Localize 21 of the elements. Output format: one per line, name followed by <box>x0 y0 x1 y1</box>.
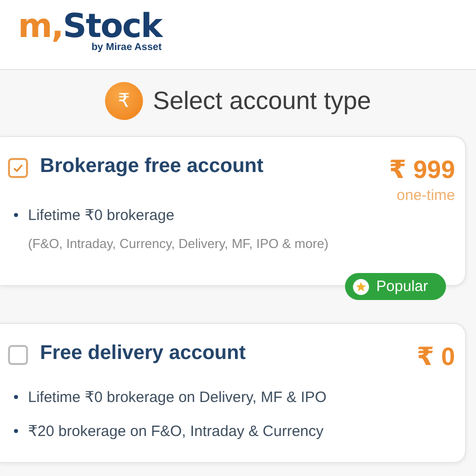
checkbox[interactable] <box>8 158 28 178</box>
account-card[interactable]: Free delivery account ₹ 0 Lifetime ₹0 brokerage on Delivery, MF & IPO ₹20 brokerage on F&O, Intraday & Currency <box>0 323 466 463</box>
feature-text: Lifetime ₹0 brokerage <box>28 206 174 224</box>
checkbox[interactable] <box>8 345 28 365</box>
bullet-icon <box>14 395 18 399</box>
popular-badge: Popular <box>345 273 446 300</box>
rupee-coin-icon: ₹ <box>104 82 143 120</box>
bullet-icon <box>14 213 18 217</box>
account-title: Brokerage free account <box>40 155 264 178</box>
page-heading: Select account type <box>152 86 372 116</box>
feature-text: ₹20 brokerage on F&O, Intraday & Currency <box>28 422 324 440</box>
logo-tagline: by Mirae Asset <box>91 42 162 53</box>
account-title: Free delivery account <box>40 342 247 365</box>
logo-prefix: m, <box>18 6 63 45</box>
account-price: ₹ 0 <box>416 342 455 372</box>
bullet-icon <box>14 429 18 433</box>
account-price: ₹ 999 <box>388 155 455 185</box>
check-icon <box>12 162 24 174</box>
feature-note: (F&O, Intraday, Currency, Delivery, MF, IPO & more) <box>27 236 330 251</box>
price-note: one-time <box>396 187 455 204</box>
feature-text: Lifetime ₹0 brokerage on Delivery, MF & IPO <box>28 388 327 406</box>
